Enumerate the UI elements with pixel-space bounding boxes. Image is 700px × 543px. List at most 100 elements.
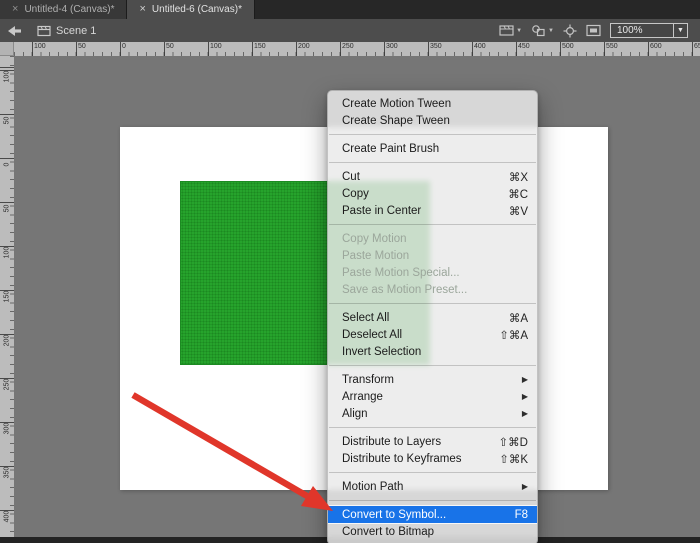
menu-item-transform[interactable]: Transform ▶	[328, 371, 537, 388]
menu-item-label: Copy	[342, 188, 492, 200]
tab-untitled-6-canvas[interactable]: × Untitled-6 (Canvas)*	[127, 0, 254, 19]
menu-item-paste-motion-special: Paste Motion Special...	[328, 264, 537, 281]
menu-item-deselect-all[interactable]: Deselect All⇧⌘A	[328, 326, 537, 343]
menu-separator	[329, 162, 536, 163]
menu-item-arrange[interactable]: Arrange ▶	[328, 388, 537, 405]
scene-icon	[37, 25, 51, 37]
menu-item-distribute-to-keyframes[interactable]: Distribute to Keyframes ⇧⌘K	[328, 450, 537, 467]
menu-item-create-motion-tween[interactable]: Create Motion Tween	[328, 95, 537, 112]
menu-item-convert-to-bitmap[interactable]: Convert to Bitmap	[328, 523, 537, 540]
center-stage-icon	[563, 24, 577, 38]
clip-content-button[interactable]	[586, 24, 601, 37]
menu-item-label: Create Paint Brush	[342, 143, 528, 155]
menu-item-shortcut: ⇧⌘K	[499, 452, 528, 466]
tab-close-icon[interactable]: ×	[139, 4, 145, 15]
vertical-ruler[interactable]: 10050050100150200250300350400	[0, 56, 14, 543]
menu-separator	[329, 224, 536, 225]
menu-separator	[329, 472, 536, 473]
menu-separator	[329, 427, 536, 428]
menu-item-align[interactable]: Align ▶	[328, 405, 537, 422]
tab-label: Untitled-6 (Canvas)*	[152, 4, 242, 15]
menu-item-label: Select All	[342, 312, 493, 324]
back-icon	[6, 25, 23, 37]
ruler-label: 100	[4, 239, 11, 267]
tab-label: Untitled-4 (Canvas)*	[24, 4, 114, 15]
submenu-arrow-icon: ▶	[522, 392, 528, 401]
tab-close-icon[interactable]: ×	[12, 4, 18, 15]
ruler-label: 550	[606, 43, 618, 50]
edit-bar-controls: ▼ ▼	[499, 19, 688, 42]
menu-item-copy[interactable]: Copy ⌘C	[328, 185, 537, 202]
menu-item-label: Arrange	[342, 391, 506, 403]
menu-item-shortcut: ⇧⌘D	[499, 435, 528, 449]
ruler-label: 250	[4, 371, 11, 399]
menu-item-label: Copy Motion	[342, 233, 528, 245]
ruler-label: 100	[4, 63, 11, 91]
tab-bar: × Untitled-4 (Canvas)* × Untitled-6 (Canvas…	[0, 0, 700, 19]
menu-item-label: Invert Selection	[342, 346, 528, 358]
menu-item-label: Distribute to Layers	[342, 436, 483, 448]
ruler-label: 300	[4, 415, 11, 443]
ruler-corner	[0, 42, 14, 56]
menu-item-select-all[interactable]: Select All ⌘A	[328, 309, 537, 326]
center-stage-button[interactable]	[563, 24, 577, 38]
menu-item-label: Motion Path	[342, 481, 506, 493]
menu-item-label: Convert to Symbol...	[342, 509, 499, 521]
ruler-label: 600	[650, 43, 662, 50]
menu-item-label: Transform	[342, 374, 506, 386]
submenu-arrow-icon: ▶	[522, 482, 528, 491]
menu-item-convert-to-symbol[interactable]: Convert to Symbol... F8	[328, 506, 537, 523]
ruler-label: 100	[210, 43, 222, 50]
menu-item-label: Align	[342, 408, 506, 420]
menu-item-create-shape-tween[interactable]: Create Shape Tween	[328, 112, 537, 129]
menu-item-label: Paste in Center	[342, 205, 493, 217]
ruler-label: 50	[166, 43, 174, 50]
menu-item-shortcut: ⌘V	[509, 204, 528, 218]
menu-item-shortcut: ⌘C	[508, 187, 528, 201]
horizontal-ruler[interactable]: 1005005010015020025030035040045050055060…	[14, 42, 700, 56]
menu-item-save-as-motion-preset: Save as Motion Preset...	[328, 281, 537, 298]
ruler-label: 50	[4, 195, 11, 223]
dropdown-caret-icon: ▼	[516, 28, 522, 34]
ruler-label: 0	[122, 43, 126, 50]
ruler-label: 50	[78, 43, 86, 50]
menu-item-shortcut: F8	[515, 509, 528, 521]
menu-item-motion-path[interactable]: Motion Path ▶	[328, 478, 537, 495]
app-window: × Untitled-4 (Canvas)* × Untitled-6 (Canvas…	[0, 0, 700, 543]
back-button[interactable]	[6, 25, 23, 37]
edit-scene-button[interactable]: ▼	[499, 24, 522, 37]
menu-item-shortcut: ⇧⌘A	[499, 328, 528, 342]
context-menu: Create Motion TweenCreate Shape Tween Cre…	[327, 90, 538, 543]
ruler-label: 0	[4, 151, 11, 179]
menu-item-label: Distribute to Keyframes	[342, 453, 483, 465]
tab-untitled-4-canvas[interactable]: × Untitled-4 (Canvas)*	[0, 0, 127, 19]
ruler-label: 150	[254, 43, 266, 50]
menu-item-create-paint-brush[interactable]: Create Paint Brush	[328, 140, 537, 157]
ruler-label: 350	[430, 43, 442, 50]
clip-content-icon	[586, 24, 601, 37]
menu-item-shortcut: ⌘A	[509, 311, 528, 325]
zoom-dropdown[interactable]: 100% ▼	[610, 23, 688, 38]
menu-separator	[329, 303, 536, 304]
menu-item-copy-motion: Copy Motion	[328, 230, 537, 247]
ruler-label: 250	[342, 43, 354, 50]
menu-item-label: Paste Motion Special...	[342, 267, 528, 279]
edit-symbols-button[interactable]: ▼	[531, 24, 554, 37]
ruler-label: 500	[562, 43, 574, 50]
dropdown-caret-icon: ▼	[548, 28, 554, 34]
ruler-label: 650	[694, 43, 700, 50]
menu-separator	[329, 500, 536, 501]
menu-item-distribute-to-layers[interactable]: Distribute to Layers ⇧⌘D	[328, 433, 537, 450]
menu-item-paste-motion: Paste Motion	[328, 247, 537, 264]
menu-item-cut[interactable]: Cut⌘X	[328, 168, 537, 185]
ruler-label: 450	[518, 43, 530, 50]
menu-item-invert-selection[interactable]: Invert Selection	[328, 343, 537, 360]
menu-item-label: Save as Motion Preset...	[342, 284, 528, 296]
menu-item-paste-in-center[interactable]: Paste in Center ⌘V	[328, 202, 537, 219]
edit-bar: Scene 1 ▼ ▼	[0, 19, 700, 42]
breadcrumb-scene[interactable]: Scene 1	[37, 25, 96, 37]
submenu-arrow-icon: ▶	[522, 375, 528, 384]
submenu-arrow-icon: ▶	[522, 409, 528, 418]
menu-item-shortcut: ⌘X	[509, 170, 528, 184]
ruler-label: 400	[4, 503, 11, 531]
